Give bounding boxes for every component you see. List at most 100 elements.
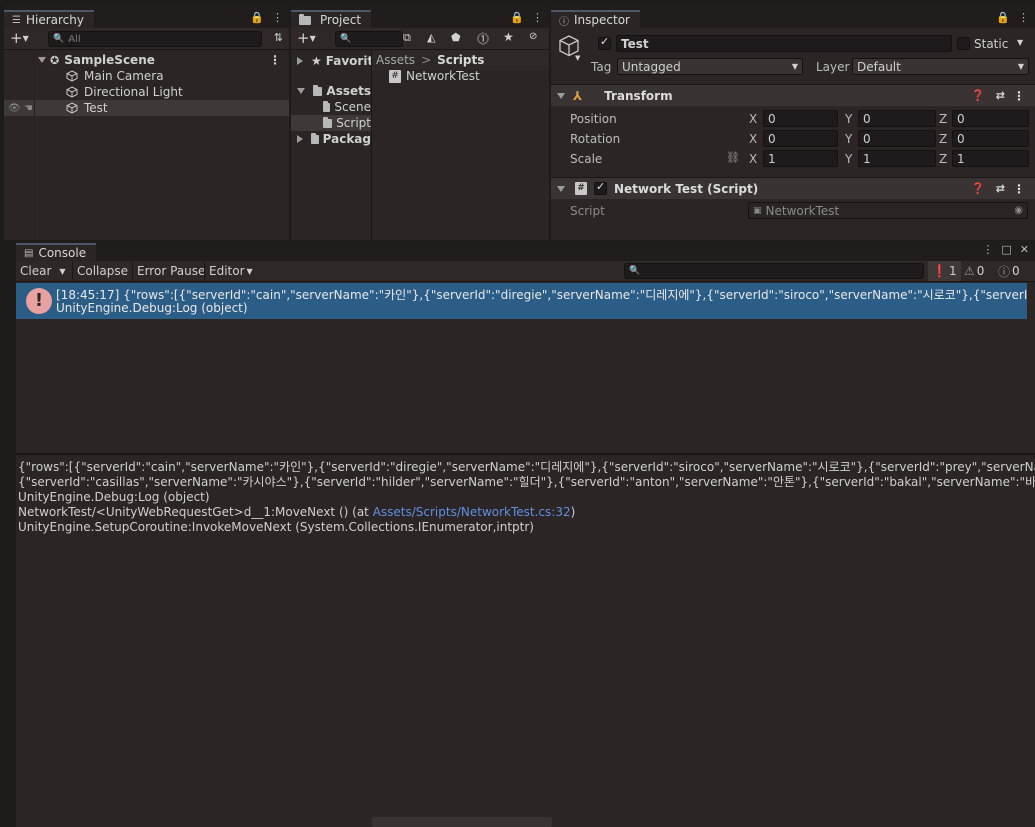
hidden-eye-icon[interactable]: ⊘ (529, 31, 537, 42)
object-picker-icon[interactable]: ◉ (1014, 205, 1023, 216)
lock-icon[interactable]: 🔒 (510, 11, 524, 24)
scene-row[interactable]: ✪ SampleScene ⋮ (4, 52, 289, 68)
scene-menu-icon[interactable]: ⋮ (269, 53, 281, 67)
script-component-header[interactable]: # Network Test (Script) ❓ ⇄ ⋮ (551, 177, 1035, 199)
layer-dropdown[interactable]: Default ▼ (852, 58, 1029, 75)
rotation-y-field[interactable]: 0 (858, 130, 936, 147)
favorite-star-icon[interactable]: ★ (503, 30, 514, 44)
expand-arrow-icon[interactable] (297, 88, 305, 94)
tab-inspector[interactable]: ⓘ Inspector (551, 10, 640, 28)
unity-scene-icon: ✪ (50, 53, 60, 67)
scene-search-icon[interactable]: ⧉ (403, 31, 411, 45)
expand-arrow-icon[interactable] (38, 57, 46, 63)
object-name-field[interactable]: Test (616, 35, 952, 52)
filter-label-icon[interactable]: ⬟ (451, 31, 461, 44)
foldout-arrow-icon[interactable] (557, 185, 565, 192)
log-entry[interactable]: ! [18:45:17] {"rows":[{"serverId":"cain"… (16, 283, 1027, 319)
preset-icon[interactable]: ⇄ (996, 182, 1005, 195)
script-label: Script (570, 204, 605, 218)
project-splitter[interactable] (371, 50, 372, 240)
chevron-down-icon[interactable]: ▼ (575, 54, 580, 62)
info-count: 0 (1012, 264, 1020, 278)
axis-x-label: X (749, 132, 758, 146)
warning-count-toggle[interactable]: ⚠ 0 (960, 261, 988, 281)
lock-icon[interactable]: 🔒 (250, 11, 264, 24)
scale-x-field[interactable]: 1 (763, 150, 838, 167)
kebab-menu-icon[interactable]: ⋮ (982, 243, 993, 256)
component-menu-icon[interactable]: ⋮ (1013, 89, 1025, 103)
scale-z-field[interactable]: 1 (952, 150, 1029, 167)
collapse-button[interactable]: Collapse (72, 261, 132, 281)
pick-hand-icon[interactable]: ☚ (24, 103, 33, 114)
tab-project[interactable]: Project (291, 10, 372, 28)
breadcrumb-scripts[interactable]: Scripts (437, 53, 484, 67)
error-count-toggle[interactable]: ❗ 1 (928, 261, 961, 281)
error-filter-icon[interactable]: ⓵ (477, 30, 489, 47)
stack-suffix: ) (570, 505, 576, 519)
sort-icon[interactable]: ⇅ (274, 31, 283, 44)
component-menu-icon[interactable]: ⋮ (1013, 182, 1025, 196)
assets-row[interactable]: Assets (291, 83, 371, 99)
info-count-toggle[interactable]: ⓘ 0 (994, 261, 1024, 281)
tab-console[interactable]: ▤ Console (16, 243, 97, 261)
project-toolbar: +▼ 🔍 ⧉ ◭ ⬟ ⓵ ★ ⊘ (291, 28, 549, 50)
rotation-z-field[interactable]: 0 (952, 130, 1029, 147)
favorites-row[interactable]: ★ Favorite (291, 53, 371, 69)
detail-line: {"serverId":"casillas","serverName":"카시야… (18, 475, 1035, 489)
expand-arrow-icon[interactable] (297, 57, 303, 65)
folder-label: Script (336, 116, 371, 130)
packages-row[interactable]: Packag (291, 131, 371, 147)
folder-scenes[interactable]: Scene (291, 99, 371, 115)
editor-button[interactable]: Editor ▼ (204, 261, 257, 281)
assets-label: Assets (326, 84, 371, 98)
help-icon[interactable]: ❓ (971, 89, 985, 102)
tree-item-directional-light[interactable]: Directional Light (4, 84, 289, 100)
tree-item-main-camera[interactable]: Main Camera (4, 68, 289, 84)
kebab-menu-icon[interactable]: ⋮ (272, 11, 283, 24)
console-search-input[interactable]: 🔍 (624, 263, 924, 279)
position-z-field[interactable]: 0 (952, 110, 1029, 127)
script-enabled-checkbox[interactable] (594, 180, 607, 195)
static-checkbox[interactable] (957, 37, 970, 50)
tag-dropdown[interactable]: Untagged ▼ (617, 58, 803, 75)
file-networktest[interactable]: # NetworkTest (389, 68, 549, 84)
preset-icon[interactable]: ⇄ (996, 89, 1005, 102)
add-button[interactable]: +▼ (10, 29, 29, 47)
transform-header[interactable]: ⅄ Transform ❓ ⇄ ⋮ (551, 84, 1035, 106)
maximize-icon[interactable]: □ (1001, 243, 1011, 256)
filter-type-icon[interactable]: ◭ (427, 31, 435, 44)
source-file-link[interactable]: Assets/Scripts/NetworkTest.cs:32 (373, 505, 571, 519)
position-x-field[interactable]: 0 (763, 110, 838, 127)
kebab-menu-icon[interactable]: ⋮ (1018, 11, 1029, 24)
active-checkbox[interactable] (598, 35, 611, 50)
breadcrumb-assets[interactable]: Assets (376, 53, 415, 67)
visibility-eye-icon[interactable]: 👁 (8, 103, 21, 114)
position-y-field[interactable]: 0 (858, 110, 936, 127)
kebab-menu-icon[interactable]: ⋮ (532, 11, 543, 24)
scale-y-field[interactable]: 1 (858, 150, 936, 167)
expand-arrow-icon[interactable] (297, 135, 303, 143)
rotation-x-field[interactable]: 0 (763, 130, 838, 147)
constrain-link-icon[interactable]: ⛓ (726, 151, 740, 164)
help-icon[interactable]: ❓ (971, 182, 985, 195)
static-dropdown-icon[interactable]: ▼ (1017, 38, 1023, 47)
chevron-down-icon[interactable]: ▼ (59, 267, 65, 276)
tree-item-test[interactable]: 👁 ☚ Test (4, 100, 289, 116)
add-button[interactable]: +▼ (297, 29, 316, 47)
lock-icon[interactable]: 🔒 (996, 11, 1010, 24)
tag-label: Tag (591, 60, 612, 74)
axis-y-label: Y (845, 132, 853, 146)
project-tabbar: Project 🔒 ⋮ (291, 6, 549, 28)
folder-scripts[interactable]: Script (291, 115, 371, 131)
hierarchy-search-input[interactable]: 🔍 All (48, 31, 262, 47)
foldout-arrow-icon[interactable] (557, 92, 565, 99)
script-object-field[interactable]: ▣ NetworkTest ◉ (748, 202, 1028, 219)
error-pause-button[interactable]: Error Pause (132, 261, 209, 281)
close-icon[interactable]: ✕ (1020, 243, 1029, 256)
tab-hierarchy[interactable]: ☰ Hierarchy (4, 10, 94, 28)
horizontal-scrollbar[interactable] (372, 817, 552, 827)
tab-console-label: Console (38, 246, 87, 260)
clear-button[interactable]: Clear ▼ (16, 261, 70, 281)
project-search-input[interactable]: 🔍 (335, 31, 403, 47)
static-label: Static (974, 37, 1009, 51)
